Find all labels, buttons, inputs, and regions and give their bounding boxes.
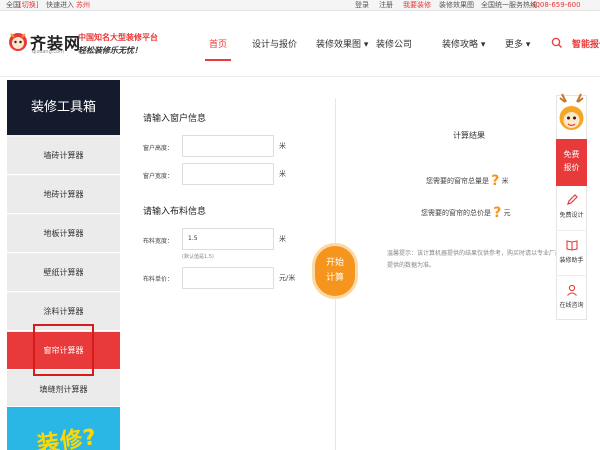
- sidebar-item-grout[interactable]: 填缝剂计算器: [7, 371, 120, 407]
- window-height-label: 窗户高度：: [143, 145, 174, 152]
- register-link[interactable]: 注册: [379, 0, 393, 11]
- person-icon: [566, 284, 577, 296]
- cloth-width-input[interactable]: 1.5: [182, 228, 274, 250]
- decoration-helper-button[interactable]: 装修助手: [556, 232, 587, 276]
- cloth-section-title: 请输入布料信息: [143, 207, 207, 217]
- sidebar-item-wallpaper[interactable]: 壁纸计算器: [7, 254, 120, 292]
- cloth-width-hint: (默认值是1.5): [182, 254, 214, 260]
- start-calculate-button[interactable]: 开始 计算: [312, 243, 358, 299]
- banner-text: 装修?: [35, 424, 99, 450]
- switch-city-link[interactable]: [切换]: [19, 0, 38, 11]
- sidebar-banner[interactable]: 装修?: [7, 407, 120, 450]
- toolbox-sidebar: 装修工具箱 墙砖计算器 地砖计算器 地板计算器 壁纸计算器 涂料计算器 窗帘计算…: [7, 80, 120, 450]
- total-length-prefix: 您需要的窗帘总量是: [426, 177, 489, 185]
- free-quote-button[interactable]: 免费 报价: [556, 139, 587, 186]
- hotline-number: 4008-659-600: [531, 1, 581, 9]
- cloth-price-input[interactable]: [182, 267, 274, 289]
- cloth-price-unit: 元/米: [279, 274, 296, 282]
- total-length-unit: 米: [501, 177, 509, 185]
- nav-design-quote[interactable]: 设计与报价: [252, 37, 297, 51]
- window-width-input[interactable]: [182, 163, 274, 185]
- free-design-button[interactable]: 免费设计: [556, 187, 587, 231]
- total-length-value: ?: [491, 173, 500, 189]
- quick-city-link[interactable]: 苏州: [76, 0, 90, 11]
- nav-companies[interactable]: 装修公司: [376, 37, 412, 51]
- book-icon: [565, 240, 578, 251]
- sidebar-item-floorboard[interactable]: 地板计算器: [7, 215, 120, 253]
- effect-link[interactable]: 装修效果图: [439, 0, 474, 11]
- online-consult-button[interactable]: 在线咨询: [556, 277, 587, 321]
- top-bar: 全国 [切换] 快速进入 苏州 登录 注册 我要装修 装修效果图 全国统一服务热…: [0, 0, 600, 11]
- slogan-line-2: 轻松装修乐无忧！: [78, 46, 142, 55]
- pencil-icon: [566, 194, 578, 205]
- nav-effect-images[interactable]: 装修效果图 ▾: [316, 37, 368, 51]
- toolbox-title: 装修工具箱: [7, 80, 120, 135]
- total-price-line: 您需要的窗帘的总价是 ? 元: [421, 205, 511, 221]
- curtain-highlight-outline: [33, 324, 94, 376]
- window-height-input[interactable]: [182, 135, 274, 157]
- smart-quote-link[interactable]: 智能报价: [572, 37, 600, 50]
- result-title: 计算结果: [453, 131, 485, 140]
- total-price-unit: 元: [503, 209, 511, 217]
- window-section-title: 请输入窗户信息: [143, 114, 207, 124]
- total-price-value: ?: [493, 205, 502, 221]
- sidebar-item-floor-tile[interactable]: 地砖计算器: [7, 176, 120, 214]
- my-decoration-link[interactable]: 我要装修: [403, 0, 431, 11]
- mascot-avatar-icon: [559, 93, 584, 130]
- window-height-unit: 米: [279, 142, 286, 150]
- result-tip: 温馨提示：该计算机器提供的结果仅供参考，购买时请以专业厂商提供的数据为准。: [387, 250, 562, 269]
- total-price-prefix: 您需要的窗帘的总价是: [421, 209, 491, 217]
- nav-home[interactable]: 首页: [209, 37, 227, 51]
- window-width-unit: 米: [279, 170, 286, 178]
- window-width-label: 窗户宽度：: [143, 173, 174, 180]
- free-design-label: 免费设计: [559, 212, 584, 219]
- online-consult-label: 在线咨询: [559, 302, 584, 309]
- city-label: 全国: [6, 1, 20, 9]
- free-quote-line1: 免费: [563, 150, 580, 159]
- logo-url: qizuang.com: [32, 49, 65, 55]
- nav-active-underline: [205, 59, 231, 61]
- header-divider: [0, 76, 600, 77]
- free-quote-line2: 报价: [563, 163, 580, 172]
- calc-button-line1: 开始: [325, 258, 344, 268]
- mascot-logo-icon: [9, 33, 27, 51]
- search-icon[interactable]: [551, 37, 563, 49]
- sidebar-item-wall-tile[interactable]: 墙砖计算器: [7, 137, 120, 175]
- nav-more[interactable]: 更多 ▾: [505, 37, 530, 51]
- quick-enter-label: 快速进入: [46, 1, 74, 9]
- total-length-line: 您需要的窗帘总量是 ? 米: [426, 173, 509, 189]
- calc-button-line2: 计算: [325, 273, 344, 283]
- decoration-helper-label: 装修助手: [559, 257, 584, 264]
- login-link[interactable]: 登录: [355, 0, 369, 11]
- nav-strategy[interactable]: 装修攻略 ▾: [442, 37, 485, 51]
- cloth-width-label: 布料宽度：: [143, 238, 174, 245]
- slogan-line-1: 中国知名大型装修平台: [78, 33, 158, 42]
- cloth-width-unit: 米: [279, 235, 286, 243]
- cloth-price-label: 布料单价：: [143, 276, 174, 283]
